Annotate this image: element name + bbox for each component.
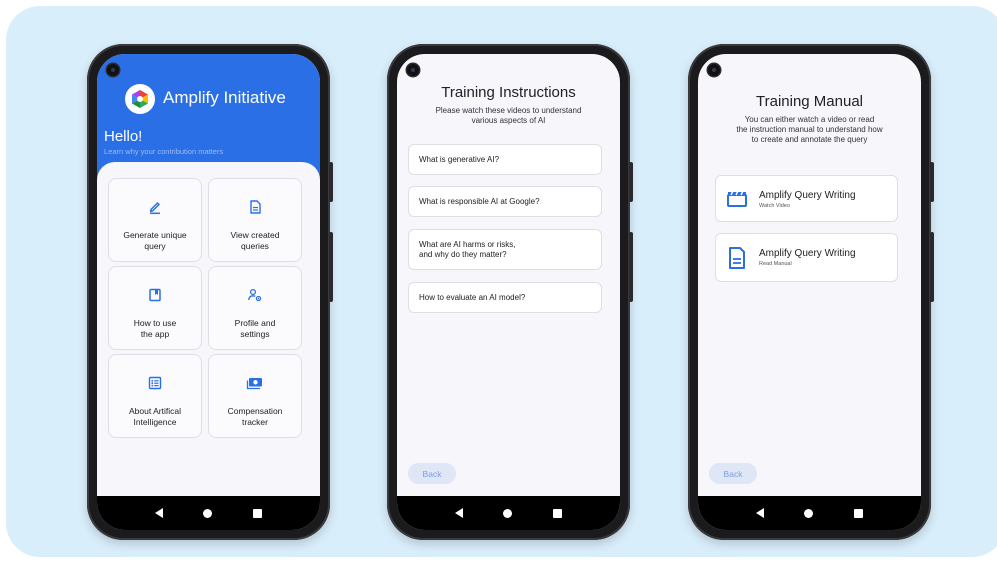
watch-video-card[interactable]: Amplify Query Writing Watch Video [715,175,898,222]
pencil-icon [109,199,201,215]
user-settings-icon [209,287,301,303]
tile-label: How to use the app [133,318,177,339]
phone-home: Amplify Initiative Hello! Learn why your… [87,44,333,540]
nav-recents-icon[interactable] [552,508,562,518]
nav-home-icon[interactable] [804,508,814,518]
app-logo-icon [125,84,155,114]
tile-label: Profile and settings [234,318,276,339]
phone-training-instructions: Training Instructions Please watch these… [387,44,633,540]
nav-recents-icon[interactable] [252,508,262,518]
front-camera [407,64,419,76]
back-button[interactable]: Back [709,463,757,484]
greeting: Hello! [104,128,143,145]
bookmark-book-icon [109,287,201,303]
question-card[interactable]: What is generative AI? [408,144,602,175]
tile-label: Generate unique query [123,230,187,251]
tile-profile-settings[interactable]: Profile and settings [208,266,302,350]
clapperboard-icon [726,188,748,210]
document-icon [726,246,748,269]
home-body: Generate unique query View created queri… [97,162,320,496]
page-subtitle: Please watch these videos to understand … [435,106,582,125]
card-title: Amplify Query Writing [759,190,856,201]
card-subtitle: Watch Video [759,203,790,209]
page-title: Training Manual [756,93,863,110]
training-instructions-screen: Training Instructions Please watch these… [397,54,620,530]
nav-home-icon[interactable] [503,508,513,518]
nav-back-icon[interactable] [756,508,765,518]
system-nav-bar [397,496,620,530]
greeting-subtitle[interactable]: Learn why your contribution matters [104,147,223,156]
tile-label: Compensation tracker [227,406,283,427]
question-card[interactable]: What is responsible AI at Google? [408,186,602,217]
read-manual-card[interactable]: Amplify Query Writing Read Manual [715,233,898,282]
money-icon [209,375,301,391]
question-card[interactable]: How to evaluate an AI model? [408,282,602,313]
front-camera [708,64,720,76]
back-button[interactable]: Back [408,463,456,484]
nav-home-icon[interactable] [203,508,213,518]
tile-about-ai[interactable]: About Artifical Intelligence [108,354,202,438]
question-card[interactable]: What are AI harms or risks, and why do t… [408,229,602,270]
training-manual-screen: Training Manual You can either watch a v… [698,54,921,530]
home-screen: Amplify Initiative Hello! Learn why your… [97,54,320,530]
tile-view-queries[interactable]: View created queries [208,178,302,262]
system-nav-bar [97,496,320,530]
tile-label: View created queries [230,230,280,251]
tile-how-to-use[interactable]: How to use the app [108,266,202,350]
tile-generate-query[interactable]: Generate unique query [108,178,202,262]
nav-back-icon[interactable] [455,508,464,518]
front-camera [107,64,119,76]
card-subtitle: Read Manual [759,261,792,267]
tile-compensation-tracker[interactable]: Compensation tracker [208,354,302,438]
page-title: Training Instructions [441,84,576,101]
phone-training-manual: Training Manual You can either watch a v… [688,44,934,540]
app-title: Amplify Initiative [163,88,286,107]
nav-recents-icon[interactable] [853,508,863,518]
document-icon [209,199,301,215]
list-icon [109,375,201,391]
tile-label: About Artifical Intelligence [129,406,181,427]
system-nav-bar [698,496,921,530]
page-subtitle: You can either watch a video or read the… [736,115,883,144]
nav-back-icon[interactable] [155,508,164,518]
card-title: Amplify Query Writing [759,248,856,259]
